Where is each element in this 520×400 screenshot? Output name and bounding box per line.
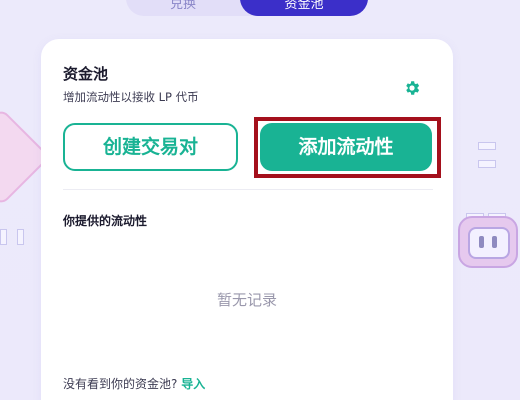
- tab-pool-label: 资金池: [284, 0, 324, 12]
- empty-state-text: 暂无记录: [216, 291, 277, 309]
- add-liquidity-button[interactable]: 添加流动性: [260, 123, 432, 171]
- tab-exchange-label: 兑换: [169, 0, 196, 12]
- page-subtitle: 增加流动性以接收 LP 代币: [63, 90, 199, 104]
- your-liquidity-heading: 你提供的流动性: [63, 214, 148, 228]
- page-title: 资金池: [63, 65, 109, 83]
- gear-icon[interactable]: [403, 79, 421, 97]
- tab-exchange[interactable]: 兑换: [126, 0, 240, 16]
- footer-text: 没有看到你的资金池?: [63, 377, 178, 391]
- decorative-lines-right: [478, 142, 496, 178]
- decorative-robot-icon: [458, 216, 518, 268]
- tab-pool[interactable]: 资金池: [240, 0, 368, 16]
- decorative-bars-left: [0, 229, 34, 249]
- import-link[interactable]: 导入: [181, 377, 205, 391]
- pool-tab-switcher: 兑换 资金池: [126, 0, 368, 16]
- create-pair-button[interactable]: 创建交易对: [63, 123, 238, 171]
- import-pool-footer: 没有看到你的资金池? 导入: [63, 375, 205, 392]
- divider: [63, 189, 433, 190]
- liquidity-pool-card: 资金池 增加流动性以接收 LP 代币 创建交易对 添加流动性 你提供的流动性 暂…: [41, 39, 453, 400]
